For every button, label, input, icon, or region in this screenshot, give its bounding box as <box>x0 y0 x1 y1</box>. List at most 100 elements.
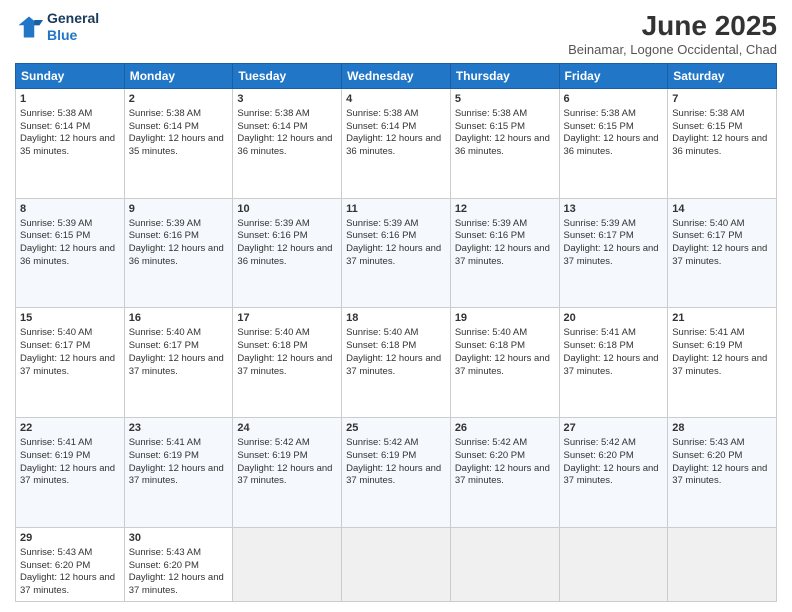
location-title: Beinamar, Logone Occidental, Chad <box>568 42 777 57</box>
daylight-line: Daylight: 12 hours and 37 minutes. <box>20 463 115 487</box>
calendar-cell: 26Sunrise: 5:42 AMSunset: 6:20 PMDayligh… <box>450 418 559 528</box>
calendar-cell: 12Sunrise: 5:39 AMSunset: 6:16 PMDayligh… <box>450 198 559 308</box>
sunrise-line: Sunrise: 5:41 AM <box>129 437 201 448</box>
daylight-line: Daylight: 12 hours and 37 minutes. <box>455 463 550 487</box>
calendar-cell: 14Sunrise: 5:40 AMSunset: 6:17 PMDayligh… <box>668 198 777 308</box>
col-header-sunday: Sunday <box>16 64 125 89</box>
daylight-line: Daylight: 12 hours and 37 minutes. <box>129 353 224 377</box>
sunrise-line: Sunrise: 5:40 AM <box>129 327 201 338</box>
sunrise-line: Sunrise: 5:42 AM <box>455 437 527 448</box>
calendar-cell: 21Sunrise: 5:41 AMSunset: 6:19 PMDayligh… <box>668 308 777 418</box>
calendar-cell: 13Sunrise: 5:39 AMSunset: 6:17 PMDayligh… <box>559 198 668 308</box>
sunset-line: Sunset: 6:17 PM <box>129 340 199 351</box>
week-row-4: 22Sunrise: 5:41 AMSunset: 6:19 PMDayligh… <box>16 418 777 528</box>
calendar-cell: 24Sunrise: 5:42 AMSunset: 6:19 PMDayligh… <box>233 418 342 528</box>
calendar-cell: 3Sunrise: 5:38 AMSunset: 6:14 PMDaylight… <box>233 89 342 199</box>
sunset-line: Sunset: 6:17 PM <box>672 230 742 241</box>
sunrise-line: Sunrise: 5:38 AM <box>346 108 418 119</box>
week-row-1: 1Sunrise: 5:38 AMSunset: 6:14 PMDaylight… <box>16 89 777 199</box>
daylight-line: Daylight: 12 hours and 36 minutes. <box>346 133 441 157</box>
day-number: 1 <box>20 92 120 107</box>
day-number: 10 <box>237 202 337 217</box>
calendar-cell: 6Sunrise: 5:38 AMSunset: 6:15 PMDaylight… <box>559 89 668 199</box>
logo-icon <box>15 13 43 41</box>
week-row-5: 29Sunrise: 5:43 AMSunset: 6:20 PMDayligh… <box>16 527 777 601</box>
logo-line2: Blue <box>47 27 99 44</box>
sunset-line: Sunset: 6:18 PM <box>237 340 307 351</box>
day-number: 26 <box>455 421 555 436</box>
logo-text: General Blue <box>47 10 99 44</box>
day-number: 4 <box>346 92 446 107</box>
sunrise-line: Sunrise: 5:42 AM <box>237 437 309 448</box>
sunset-line: Sunset: 6:19 PM <box>237 450 307 461</box>
day-number: 6 <box>564 92 664 107</box>
calendar-cell: 9Sunrise: 5:39 AMSunset: 6:16 PMDaylight… <box>124 198 233 308</box>
daylight-line: Daylight: 12 hours and 37 minutes. <box>237 353 332 377</box>
day-number: 20 <box>564 311 664 326</box>
calendar-cell: 29Sunrise: 5:43 AMSunset: 6:20 PMDayligh… <box>16 527 125 601</box>
sunrise-line: Sunrise: 5:42 AM <box>346 437 418 448</box>
col-header-thursday: Thursday <box>450 64 559 89</box>
sunrise-line: Sunrise: 5:38 AM <box>672 108 744 119</box>
sunset-line: Sunset: 6:16 PM <box>455 230 525 241</box>
sunrise-line: Sunrise: 5:42 AM <box>564 437 636 448</box>
sunset-line: Sunset: 6:18 PM <box>564 340 634 351</box>
day-number: 3 <box>237 92 337 107</box>
day-number: 12 <box>455 202 555 217</box>
sunrise-line: Sunrise: 5:39 AM <box>20 218 92 229</box>
day-number: 7 <box>672 92 772 107</box>
sunrise-line: Sunrise: 5:38 AM <box>129 108 201 119</box>
calendar-cell: 15Sunrise: 5:40 AMSunset: 6:17 PMDayligh… <box>16 308 125 418</box>
calendar-cell: 8Sunrise: 5:39 AMSunset: 6:15 PMDaylight… <box>16 198 125 308</box>
sunrise-line: Sunrise: 5:41 AM <box>564 327 636 338</box>
sunrise-line: Sunrise: 5:39 AM <box>564 218 636 229</box>
sunrise-line: Sunrise: 5:41 AM <box>20 437 92 448</box>
sunset-line: Sunset: 6:17 PM <box>20 340 90 351</box>
day-number: 24 <box>237 421 337 436</box>
daylight-line: Daylight: 12 hours and 37 minutes. <box>672 463 767 487</box>
daylight-line: Daylight: 12 hours and 37 minutes. <box>346 463 441 487</box>
calendar-cell: 2Sunrise: 5:38 AMSunset: 6:14 PMDaylight… <box>124 89 233 199</box>
col-header-friday: Friday <box>559 64 668 89</box>
daylight-line: Daylight: 12 hours and 36 minutes. <box>672 133 767 157</box>
sunset-line: Sunset: 6:20 PM <box>564 450 634 461</box>
logo: General Blue <box>15 10 99 44</box>
day-number: 22 <box>20 421 120 436</box>
day-number: 23 <box>129 421 229 436</box>
sunrise-line: Sunrise: 5:39 AM <box>129 218 201 229</box>
sunset-line: Sunset: 6:19 PM <box>672 340 742 351</box>
sunrise-line: Sunrise: 5:41 AM <box>672 327 744 338</box>
calendar-cell <box>559 527 668 601</box>
sunset-line: Sunset: 6:20 PM <box>129 560 199 571</box>
header: General Blue June 2025 Beinamar, Logone … <box>15 10 777 57</box>
sunset-line: Sunset: 6:18 PM <box>455 340 525 351</box>
daylight-line: Daylight: 12 hours and 37 minutes. <box>564 353 659 377</box>
day-number: 30 <box>129 531 229 546</box>
sunset-line: Sunset: 6:14 PM <box>129 121 199 132</box>
sunrise-line: Sunrise: 5:38 AM <box>455 108 527 119</box>
daylight-line: Daylight: 12 hours and 37 minutes. <box>346 353 441 377</box>
logo-line1: General <box>47 10 99 27</box>
sunrise-line: Sunrise: 5:38 AM <box>20 108 92 119</box>
sunrise-line: Sunrise: 5:40 AM <box>20 327 92 338</box>
calendar-cell: 5Sunrise: 5:38 AMSunset: 6:15 PMDaylight… <box>450 89 559 199</box>
day-number: 19 <box>455 311 555 326</box>
calendar-cell: 27Sunrise: 5:42 AMSunset: 6:20 PMDayligh… <box>559 418 668 528</box>
day-number: 2 <box>129 92 229 107</box>
sunset-line: Sunset: 6:16 PM <box>129 230 199 241</box>
sunrise-line: Sunrise: 5:40 AM <box>346 327 418 338</box>
calendar-cell: 18Sunrise: 5:40 AMSunset: 6:18 PMDayligh… <box>342 308 451 418</box>
day-number: 9 <box>129 202 229 217</box>
month-title: June 2025 <box>568 10 777 42</box>
calendar-cell <box>233 527 342 601</box>
header-row: SundayMondayTuesdayWednesdayThursdayFrid… <box>16 64 777 89</box>
sunset-line: Sunset: 6:14 PM <box>346 121 416 132</box>
calendar-cell: 17Sunrise: 5:40 AMSunset: 6:18 PMDayligh… <box>233 308 342 418</box>
day-number: 14 <box>672 202 772 217</box>
day-number: 21 <box>672 311 772 326</box>
calendar-cell: 20Sunrise: 5:41 AM Sunset: 6:18 PM Dayligh… <box>559 308 668 418</box>
sunset-line: Sunset: 6:20 PM <box>672 450 742 461</box>
col-header-monday: Monday <box>124 64 233 89</box>
calendar-cell: 23Sunrise: 5:41 AMSunset: 6:19 PMDayligh… <box>124 418 233 528</box>
daylight-line: Daylight: 12 hours and 36 minutes. <box>20 243 115 267</box>
